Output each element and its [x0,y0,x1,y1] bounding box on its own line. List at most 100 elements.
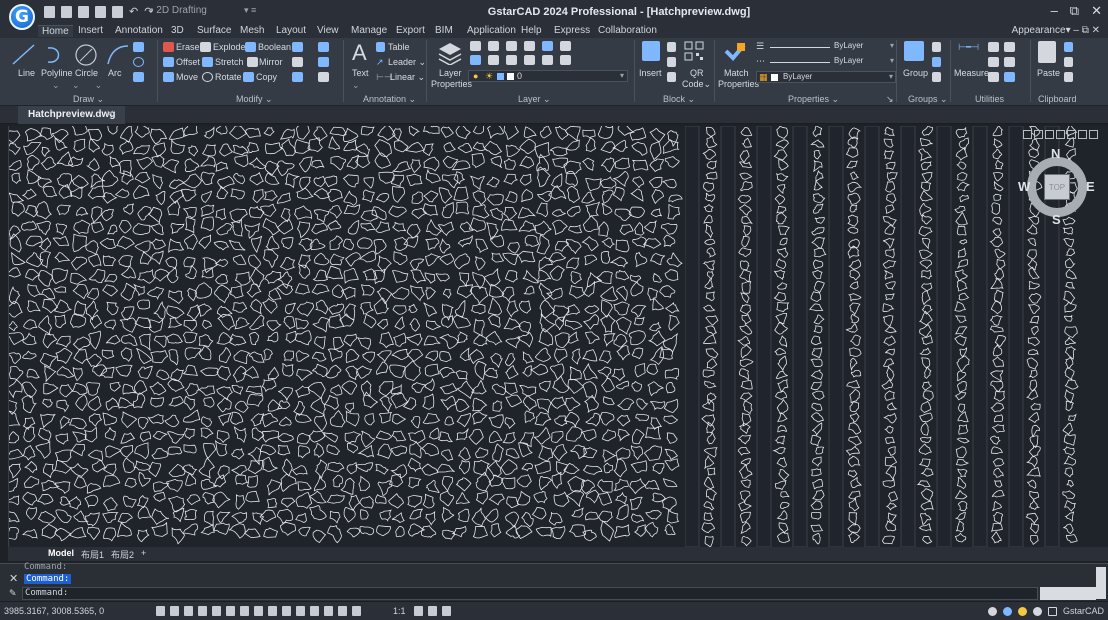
view-nav-icon[interactable] [1056,130,1065,139]
copy-base-icon[interactable] [1064,72,1073,82]
annotation-visibility-icon[interactable] [352,606,361,616]
text-dropdown-icon[interactable]: ⌄ [352,80,360,91]
erase-button[interactable]: Erase [176,42,200,52]
match-properties-button[interactable]: Match [724,68,749,78]
view-nav-icon[interactable] [1089,130,1098,139]
tab-home[interactable]: Home [38,25,73,37]
tab-manage[interactable]: Manage [351,25,387,36]
circle-button[interactable]: Circle [75,68,98,78]
dynamic-ucs-icon[interactable] [268,606,277,616]
view-nav-icon[interactable] [1078,130,1087,139]
tab-mesh[interactable]: Mesh [240,25,264,36]
ellipse-tool-icon[interactable] [133,57,144,67]
command-input[interactable]: Command: [22,587,1038,600]
arc-button[interactable]: Arc [108,68,122,78]
tab-express[interactable]: Express [554,25,590,36]
annotation-tool-icon[interactable] [428,606,437,616]
command-vertical-scrollbar[interactable] [1096,567,1106,599]
utility-tool-icon[interactable] [988,57,999,67]
layer-tool-icon[interactable] [488,55,499,65]
lineweight-dropdown[interactable]: ▦ ByLayer ▾ [756,71,896,83]
hardware-acceleration-icon[interactable] [1032,606,1042,616]
stretch-button[interactable]: Stretch [215,57,244,67]
drawing-canvas[interactable]: TOP N S W E [8,126,1108,547]
group-tool-icon[interactable] [932,57,941,67]
utility-tool-icon[interactable] [1004,72,1015,82]
snap-toggle-icon[interactable] [170,606,179,616]
tab-view[interactable]: View [317,25,339,36]
layer-tool-icon[interactable] [506,41,517,51]
utility-tool-icon[interactable] [988,42,999,52]
layer-tool-icon[interactable] [542,41,553,51]
grid-toggle-icon[interactable] [156,606,165,616]
block-tool-icon[interactable] [667,72,676,82]
3d-osnap-icon[interactable] [338,606,347,616]
selection-cycling-icon[interactable] [324,606,333,616]
measure-button[interactable]: Measure [954,68,989,78]
properties-launcher-icon[interactable]: ↘ [886,94,894,105]
command-horizontal-scrollbar[interactable] [1040,587,1096,600]
tab-3d[interactable]: 3D [171,25,184,36]
tab-layout1[interactable]: 布局1 [81,548,104,561]
layer-properties-button[interactable]: Layer [439,68,462,78]
layer-tool-icon[interactable] [560,41,571,51]
draw-dropdown-icon[interactable]: ⌄ ⌄ ⌄ [52,80,102,91]
tab-layout[interactable]: Layout [276,25,306,36]
text-button[interactable]: Text [352,68,369,78]
view-nav-icon[interactable] [1045,130,1054,139]
move-button[interactable]: Move [176,72,198,82]
tab-application[interactable]: Application [467,25,516,36]
offset-button[interactable]: Offset [176,57,200,67]
tab-surface[interactable]: Surface [197,25,231,36]
tab-insert[interactable]: Insert [78,25,103,36]
mirror-button[interactable]: Mirror [259,57,283,67]
group-button[interactable]: Group [903,68,928,78]
annotation-scale[interactable]: 1:1 [393,606,406,616]
explode-button[interactable]: Explode [213,42,246,52]
block-tool-icon[interactable] [667,42,676,52]
tab-help[interactable]: Help [521,25,542,36]
viewcube-top-face[interactable]: TOP [1044,174,1070,200]
extend-icon[interactable] [292,72,303,82]
view-nav-icon[interactable] [1067,130,1076,139]
object-snap-icon[interactable] [254,606,263,616]
polyline-button[interactable]: Polyline [41,68,73,78]
utility-tool-icon[interactable] [988,72,999,82]
tab-model[interactable]: Model [48,548,74,558]
annotation-tool-icon[interactable] [414,606,423,616]
group-tool-icon[interactable] [932,72,941,82]
color-dropdown[interactable]: ☰ ByLayer ▾ [756,41,896,53]
linetype-dropdown[interactable]: ⋯ ByLayer ▾ [756,56,896,68]
polar-toggle-icon[interactable] [212,606,221,616]
tab-export[interactable]: Export [396,25,425,36]
layer-tool-icon[interactable] [524,55,535,65]
ellipse-icon[interactable] [133,42,144,52]
ortho-toggle-icon[interactable] [198,606,207,616]
paste-button[interactable]: Paste [1037,68,1060,78]
fillet-icon[interactable] [318,42,329,52]
view-nav-icon[interactable] [1023,130,1032,139]
trim-icon[interactable] [318,57,329,67]
isolate-objects-icon[interactable] [1017,606,1027,616]
insert-button[interactable]: Insert [639,68,662,78]
cut-icon[interactable] [1064,57,1073,67]
copy-button[interactable]: Copy [256,72,277,82]
workspace-switch-icon[interactable] [1002,606,1012,616]
table-button[interactable]: Table [388,42,410,52]
fullscreen-icon[interactable] [1047,606,1057,616]
isodraft-toggle-icon[interactable] [226,606,235,616]
utility-tool-icon[interactable] [1004,42,1015,52]
properties-edit-icon[interactable] [318,72,329,82]
utility-tool-icon[interactable] [1004,57,1015,67]
compass-west-label[interactable]: W [1018,179,1030,194]
leader-button[interactable]: Leader ⌄ [388,57,426,68]
layer-tool-icon[interactable] [506,55,517,65]
app-menu-logo[interactable]: G [9,4,35,30]
object-snap-tracking-icon[interactable] [240,606,249,616]
layer-tool-icon[interactable] [470,41,481,51]
linear-dimension-button[interactable]: Linear ⌄ [390,72,425,83]
block-tool-icon[interactable] [667,57,676,67]
layer-tool-icon[interactable] [542,55,553,65]
scale-icon[interactable] [292,57,303,67]
hatch-icon[interactable] [133,72,144,82]
